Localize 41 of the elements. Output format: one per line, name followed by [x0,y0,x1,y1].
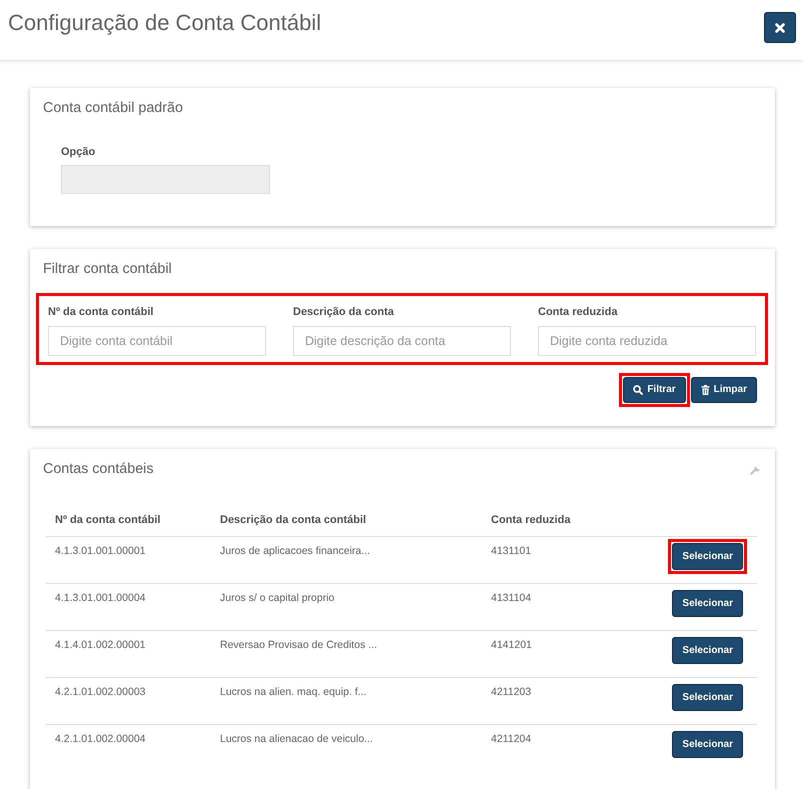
table-cell: Lucros na alien. maq. equip. f... [211,677,482,724]
table-cell: 4211203 [482,677,648,724]
input-field[interactable]: Digite descrição da conta [293,326,511,356]
field-label: Descrição da conta [293,306,394,319]
table-cell: 4.1.3.01.001.00004 [46,583,211,630]
field-label: Conta reduzida [538,306,618,319]
dialog-title: Configuração de Conta Contábil [8,10,322,36]
input-field[interactable]: Digite conta contábil [48,326,266,356]
table-cell: 4131104 [482,583,648,630]
column-header: Conta reduzida [490,513,572,528]
filter-button[interactable]: Filtrar [623,377,686,403]
input-field[interactable]: Digite conta reduzida [538,326,756,356]
select-button[interactable]: Selecionar [672,590,743,617]
table-cell: 4.2.1.01.002.00003 [46,677,211,724]
table-cell: 4131101 [482,536,648,583]
clear-button[interactable]: Limpar [690,377,757,403]
table-cell: Juros de aplicacoes financeira... [211,536,482,583]
table-cell: Lucros na alienacao de veiculo... [211,724,482,771]
select-button[interactable]: Selecionar [672,543,743,570]
search-icon [633,385,644,395]
table-cell: 4211204 [482,724,648,771]
close-button[interactable] [764,12,796,43]
card-title: Filtrar conta contábil [43,261,172,278]
column-header: Nº da conta contábil [54,513,162,528]
column-header: Descrição da conta contábil [219,513,368,528]
select-button[interactable]: Selecionar [672,684,743,711]
select-button[interactable]: Selecionar [672,731,743,758]
card-title: Contas contábeis [43,461,154,478]
card-title: Conta contábil padrão [43,100,183,117]
wrench-icon[interactable] [750,464,761,475]
close-icon [775,22,785,32]
table-cell: 4.1.4.01.002.00001 [46,630,211,677]
field-label: Opção [61,146,96,159]
table-cell: Reversao Provisao de Creditos ... [211,630,482,677]
table-cell: Juros s/ o capital proprio [211,583,482,630]
table-cell: 4.2.1.01.002.00004 [46,724,211,771]
table-cell: 4.1.3.01.001.00001 [46,536,211,583]
trash-icon [700,385,710,395]
table-cell: 4141201 [482,630,648,677]
select-button[interactable]: Selecionar [672,637,743,664]
field-label: Nº da conta contábil [48,306,154,319]
